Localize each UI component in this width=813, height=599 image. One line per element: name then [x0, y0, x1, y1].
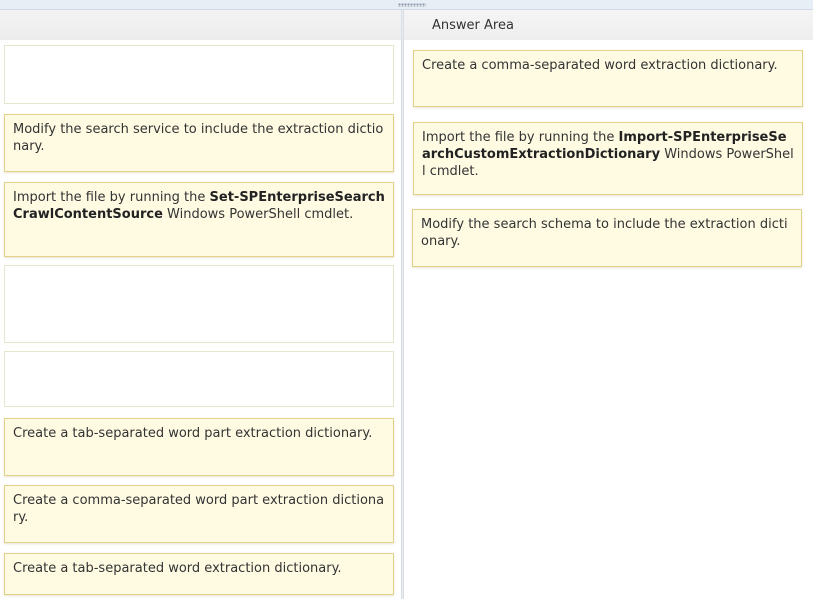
card-text-prefix: Import the file by running the: [13, 190, 210, 205]
choices-header: [0, 10, 401, 40]
choice-card-comma-word-part[interactable]: Create a comma-separated word part extra…: [4, 485, 394, 543]
choice-card-import-set-crawl-content-source[interactable]: Import the file by running the Set-SPEnt…: [4, 182, 394, 257]
answer-card-comma-word[interactable]: Create a comma-separated word extraction…: [413, 50, 803, 107]
choice-card-tab-word[interactable]: Create a tab-separated word extraction d…: [4, 553, 394, 595]
card-text: Create a comma-separated word part extra…: [13, 493, 385, 525]
empty-choice-slot: [4, 45, 394, 104]
card-text: Modify the search schema to include the …: [421, 217, 788, 249]
choice-card-tab-word-part[interactable]: Create a tab-separated word part extract…: [4, 418, 394, 476]
card-text: Create a tab-separated word part extract…: [13, 426, 373, 441]
drag-drop-question: Answer Area Modify the search service to…: [0, 0, 813, 599]
answer-card-modify-search-schema[interactable]: Modify the search schema to include the …: [412, 209, 802, 267]
empty-choice-slot: [4, 351, 394, 407]
answer-card-import-custom-extraction-dictionary[interactable]: Import the file by running the Import-SP…: [413, 122, 803, 195]
answer-area-header: Answer Area: [404, 10, 813, 40]
answer-area-title: Answer Area: [432, 18, 514, 33]
card-text: Create a comma-separated word extraction…: [422, 58, 778, 73]
card-text-prefix: Import the file by running the: [422, 130, 619, 145]
card-text: Modify the search service to include the…: [13, 122, 384, 154]
choice-card-modify-search-service[interactable]: Modify the search service to include the…: [4, 114, 394, 172]
card-text-suffix: Windows PowerShell cmdlet.: [162, 207, 354, 222]
pane-divider[interactable]: [401, 10, 404, 599]
empty-choice-slot: [4, 265, 394, 343]
splitter-grip-icon[interactable]: [398, 3, 426, 7]
card-text: Create a tab-separated word extraction d…: [13, 561, 342, 576]
top-toolbar-strip: [0, 0, 813, 10]
